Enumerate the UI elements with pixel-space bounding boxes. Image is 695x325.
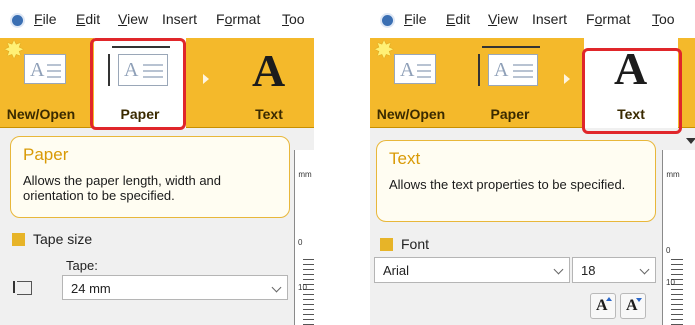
- new-star-icon: ✸: [374, 37, 395, 64]
- info-description: Allows the text properties to be specifi…: [389, 177, 626, 192]
- highlight-box: [582, 48, 682, 134]
- ruler-ticks: [671, 255, 683, 325]
- tape-select[interactable]: 24 mm: [62, 275, 288, 300]
- info-box: Text Allows the text properties to be sp…: [376, 140, 656, 222]
- text-label: Text: [255, 106, 283, 122]
- menu-file[interactable]: File: [404, 11, 427, 27]
- menu-view[interactable]: View: [488, 11, 518, 27]
- info-description: Allows the paper length, width and orien…: [23, 173, 222, 203]
- section-marker-icon: [380, 238, 393, 251]
- paper-width-indicator: [482, 46, 540, 48]
- ruler-unit: mm: [298, 170, 312, 179]
- font-shrink-button[interactable]: A: [620, 293, 646, 319]
- left-panel: File Edit View Insert Format Too ✸ A New…: [0, 0, 314, 325]
- new-open-icon: A: [24, 54, 66, 84]
- menu-insert[interactable]: Insert: [532, 11, 567, 27]
- new-open-button[interactable]: ✸ A New/Open: [370, 37, 458, 128]
- vertical-ruler: mm 0 10: [294, 150, 314, 325]
- menu-tools[interactable]: Too: [282, 11, 305, 27]
- new-star-icon: ✸: [4, 37, 25, 64]
- section-marker-icon: [12, 233, 25, 246]
- tape-icon: [13, 281, 32, 295]
- tape-label: Tape:: [66, 258, 98, 273]
- highlight-box: [90, 38, 186, 130]
- info-box: Paper Allows the paper length, width and…: [10, 136, 290, 218]
- ruler-num-10: 10: [666, 278, 675, 287]
- paper-label: Paper: [490, 106, 530, 122]
- text-icon: A: [252, 45, 286, 96]
- paper-icon: A: [488, 54, 538, 86]
- right-panel: File Edit View Insert Format Too ✸ A New…: [370, 0, 695, 325]
- ribbon-arrow-icon: [203, 74, 209, 84]
- menu-bar: File Edit View Insert Format Too: [0, 0, 314, 38]
- font-grow-button[interactable]: A: [590, 293, 616, 319]
- text-button[interactable]: A Text: [224, 38, 314, 128]
- app-icon[interactable]: [10, 13, 25, 28]
- chevron-down-icon: [639, 264, 650, 275]
- section-label: Font: [401, 236, 430, 252]
- ruler-num-0: 0: [666, 246, 671, 255]
- menu-tools[interactable]: Too: [652, 11, 675, 27]
- font-size-select[interactable]: 18: [572, 257, 656, 283]
- menu-edit[interactable]: Edit: [76, 11, 100, 27]
- menu-bar: File Edit View Insert Format Too: [370, 0, 695, 38]
- new-open-icon: A: [394, 54, 436, 84]
- section-label: Tape size: [33, 231, 93, 247]
- font-name-select[interactable]: Arial: [374, 257, 570, 283]
- chevron-down-icon: [271, 282, 282, 293]
- app-icon[interactable]: [380, 13, 395, 28]
- info-title: Text: [389, 149, 421, 168]
- info-title: Paper: [23, 145, 69, 164]
- paper-length-indicator: [478, 54, 481, 86]
- new-open-button[interactable]: ✸ A New/Open: [0, 37, 88, 128]
- tape-value: 24 mm: [71, 281, 111, 296]
- chevron-down-icon: [553, 264, 564, 275]
- ruler-unit: mm: [666, 170, 680, 179]
- arrow-up-icon: [606, 297, 612, 301]
- ruler-num-0: 0: [298, 238, 303, 247]
- paper-button[interactable]: A Paper: [464, 38, 556, 128]
- ruler-num-10: 10: [298, 283, 307, 292]
- arrow-down-icon: [636, 298, 642, 302]
- menu-file[interactable]: File: [34, 11, 57, 27]
- new-open-label: New/Open: [376, 106, 446, 122]
- new-open-label: New/Open: [6, 106, 76, 122]
- vertical-ruler: mm 0 10: [662, 150, 695, 325]
- ribbon-arrow-icon: [564, 74, 570, 84]
- menu-insert[interactable]: Insert: [162, 11, 197, 27]
- menu-view[interactable]: View: [118, 11, 148, 27]
- menu-edit[interactable]: Edit: [446, 11, 470, 27]
- font-size-value: 18: [581, 263, 596, 278]
- menu-format[interactable]: Format: [216, 11, 260, 27]
- menu-format[interactable]: Format: [586, 11, 630, 27]
- font-name-value: Arial: [383, 263, 410, 278]
- collapse-chevron-icon[interactable]: [686, 138, 695, 144]
